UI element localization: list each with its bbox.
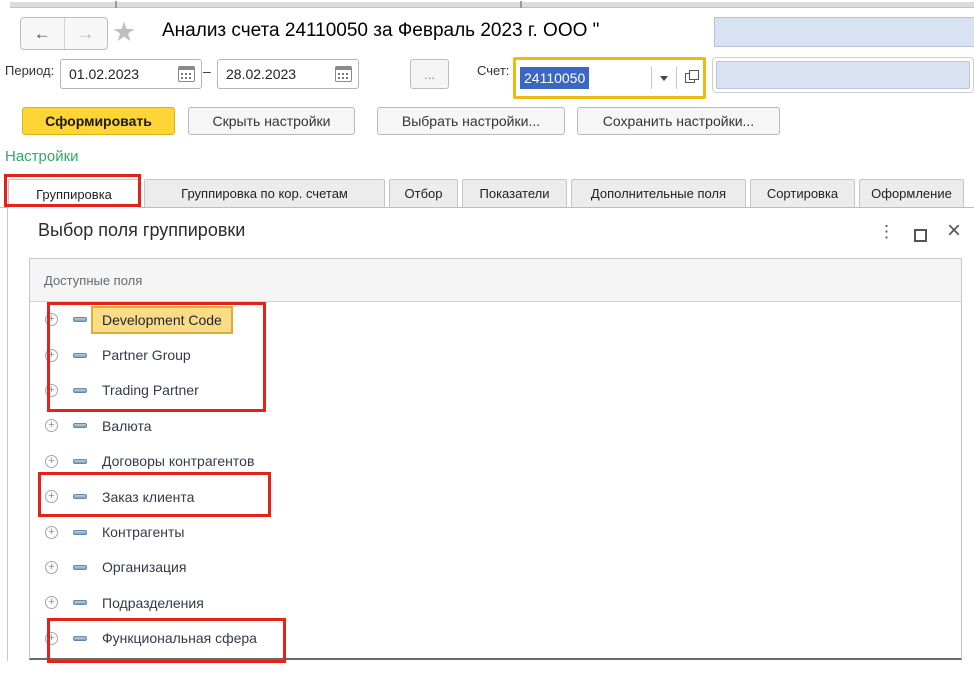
list-item-label: Trading Partner — [91, 376, 210, 404]
list-item[interactable]: + Заказ клиента — [30, 479, 961, 514]
account-value-selected: 24110050 — [520, 67, 589, 89]
splitter-tick — [115, 1, 117, 8]
field-dash-icon — [73, 600, 87, 605]
settings-section-label: Настройки — [5, 148, 79, 165]
tab-sortirovka[interactable]: Сортировка — [750, 179, 855, 207]
expand-plus-icon[interactable]: + — [45, 561, 58, 574]
favorite-star-icon[interactable]: ★ — [112, 17, 136, 48]
list-item-label: Заказ клиента — [91, 483, 205, 511]
account-open-button[interactable] — [677, 60, 703, 96]
expand-plus-icon[interactable]: + — [45, 596, 58, 609]
expand-plus-icon[interactable]: + — [45, 349, 58, 362]
period-to-value: 28.02.2023 — [218, 66, 335, 82]
field-dash-icon — [73, 494, 87, 499]
redacted-account-description-field[interactable] — [712, 57, 974, 93]
nav-history-group: ← → — [20, 17, 108, 50]
field-dash-icon — [73, 565, 87, 570]
list-item[interactable]: + Trading Partner — [30, 373, 961, 408]
field-dash-icon — [73, 353, 87, 358]
redacted-company-name — [714, 17, 974, 47]
period-from-field[interactable]: 01.02.2023 — [60, 59, 202, 89]
generate-button[interactable]: Сформировать — [22, 107, 175, 135]
list-item-label: Development Code — [91, 306, 233, 334]
page-title: Анализ счета 24110050 за Февраль 2023 г.… — [162, 20, 599, 42]
account-dropdown-button[interactable] — [652, 60, 676, 96]
period-to-field[interactable]: 28.02.2023 — [217, 59, 359, 89]
account-label: Счет: — [477, 63, 509, 78]
tab-oformlenie[interactable]: Оформление — [859, 179, 964, 207]
save-settings-button[interactable]: Сохранить настройки... — [577, 107, 780, 135]
back-arrow-icon: ← — [34, 24, 51, 44]
list-item-label: Контрагенты — [91, 518, 195, 546]
calendar-icon[interactable] — [178, 66, 195, 82]
list-item-label: Функциональная сфера — [91, 624, 268, 652]
tab-gruppirovka[interactable]: Группировка — [8, 179, 140, 208]
redacted-account-description — [716, 61, 970, 89]
period-label: Период: — [5, 63, 54, 78]
list-header: Доступные поля — [30, 259, 961, 302]
expand-plus-icon[interactable]: + — [45, 455, 58, 468]
list-item-label: Partner Group — [91, 341, 202, 369]
dialog-maximize-icon[interactable] — [914, 229, 927, 242]
dialog-more-icon[interactable]: ⋮ — [878, 222, 895, 242]
chevron-down-icon — [660, 76, 668, 81]
top-splitter-strip — [10, 2, 974, 8]
tab-dopolnitelnye-polya[interactable]: Дополнительные поля — [571, 179, 746, 207]
list-item[interactable]: + Partner Group — [30, 337, 961, 372]
dialog-close-icon[interactable]: × — [947, 217, 961, 245]
list-item-label: Организация — [91, 553, 197, 581]
settings-tabbar: Группировка Группировка по кор. счетам О… — [0, 180, 974, 208]
field-dash-icon — [73, 388, 87, 393]
list-item[interactable]: + Договоры контрагентов — [30, 444, 961, 479]
open-in-window-icon — [685, 73, 695, 83]
forward-arrow-icon: → — [77, 24, 94, 44]
list-item-label: Подразделения — [91, 589, 215, 617]
tab-pokazateli[interactable]: Показатели — [462, 179, 567, 207]
dialog-title: Выбор поля группировки — [38, 220, 245, 241]
tab-gruppirovka-po-kor-schetam[interactable]: Группировка по кор. счетам — [144, 179, 385, 207]
list-item[interactable]: + Валюта — [30, 408, 961, 443]
panel-left-border — [7, 208, 8, 661]
list-item-label: Валюта — [91, 412, 163, 440]
period-more-button[interactable]: ... — [410, 59, 449, 89]
expand-plus-icon[interactable]: + — [45, 526, 58, 539]
forward-button[interactable]: → — [65, 18, 108, 49]
account-combo-field[interactable]: 24110050 — [513, 57, 706, 99]
hide-settings-button[interactable]: Скрыть настройки — [188, 107, 355, 135]
expand-plus-icon[interactable]: + — [45, 632, 58, 645]
field-dash-icon — [73, 459, 87, 464]
expand-plus-icon[interactable]: + — [45, 490, 58, 503]
field-dash-icon — [73, 636, 87, 641]
tab-otbor[interactable]: Отбор — [389, 179, 458, 207]
available-fields-listbox: Доступные поля + Development Code + Part… — [29, 258, 962, 660]
period-from-value: 01.02.2023 — [61, 66, 178, 82]
list-item[interactable]: + Функциональная сфера — [30, 621, 961, 656]
splitter-tick — [520, 1, 522, 8]
expand-plus-icon[interactable]: + — [45, 313, 58, 326]
field-dash-icon — [73, 317, 87, 322]
calendar-icon[interactable] — [335, 66, 352, 82]
list-item[interactable]: + Подразделения — [30, 585, 961, 620]
expand-plus-icon[interactable]: + — [45, 419, 58, 432]
back-button[interactable]: ← — [21, 18, 65, 49]
list-item[interactable]: + Development Code — [30, 302, 961, 337]
list-item[interactable]: + Организация — [30, 550, 961, 585]
choose-settings-button[interactable]: Выбрать настройки... — [377, 107, 565, 135]
list-item[interactable]: + Контрагенты — [30, 514, 961, 549]
period-range-dash: – — [203, 63, 211, 79]
field-dash-icon — [73, 530, 87, 535]
list-header-label: Доступные поля — [44, 273, 142, 288]
expand-plus-icon[interactable]: + — [45, 384, 58, 397]
field-dash-icon — [73, 423, 87, 428]
list-item-label: Договоры контрагентов — [91, 447, 265, 475]
